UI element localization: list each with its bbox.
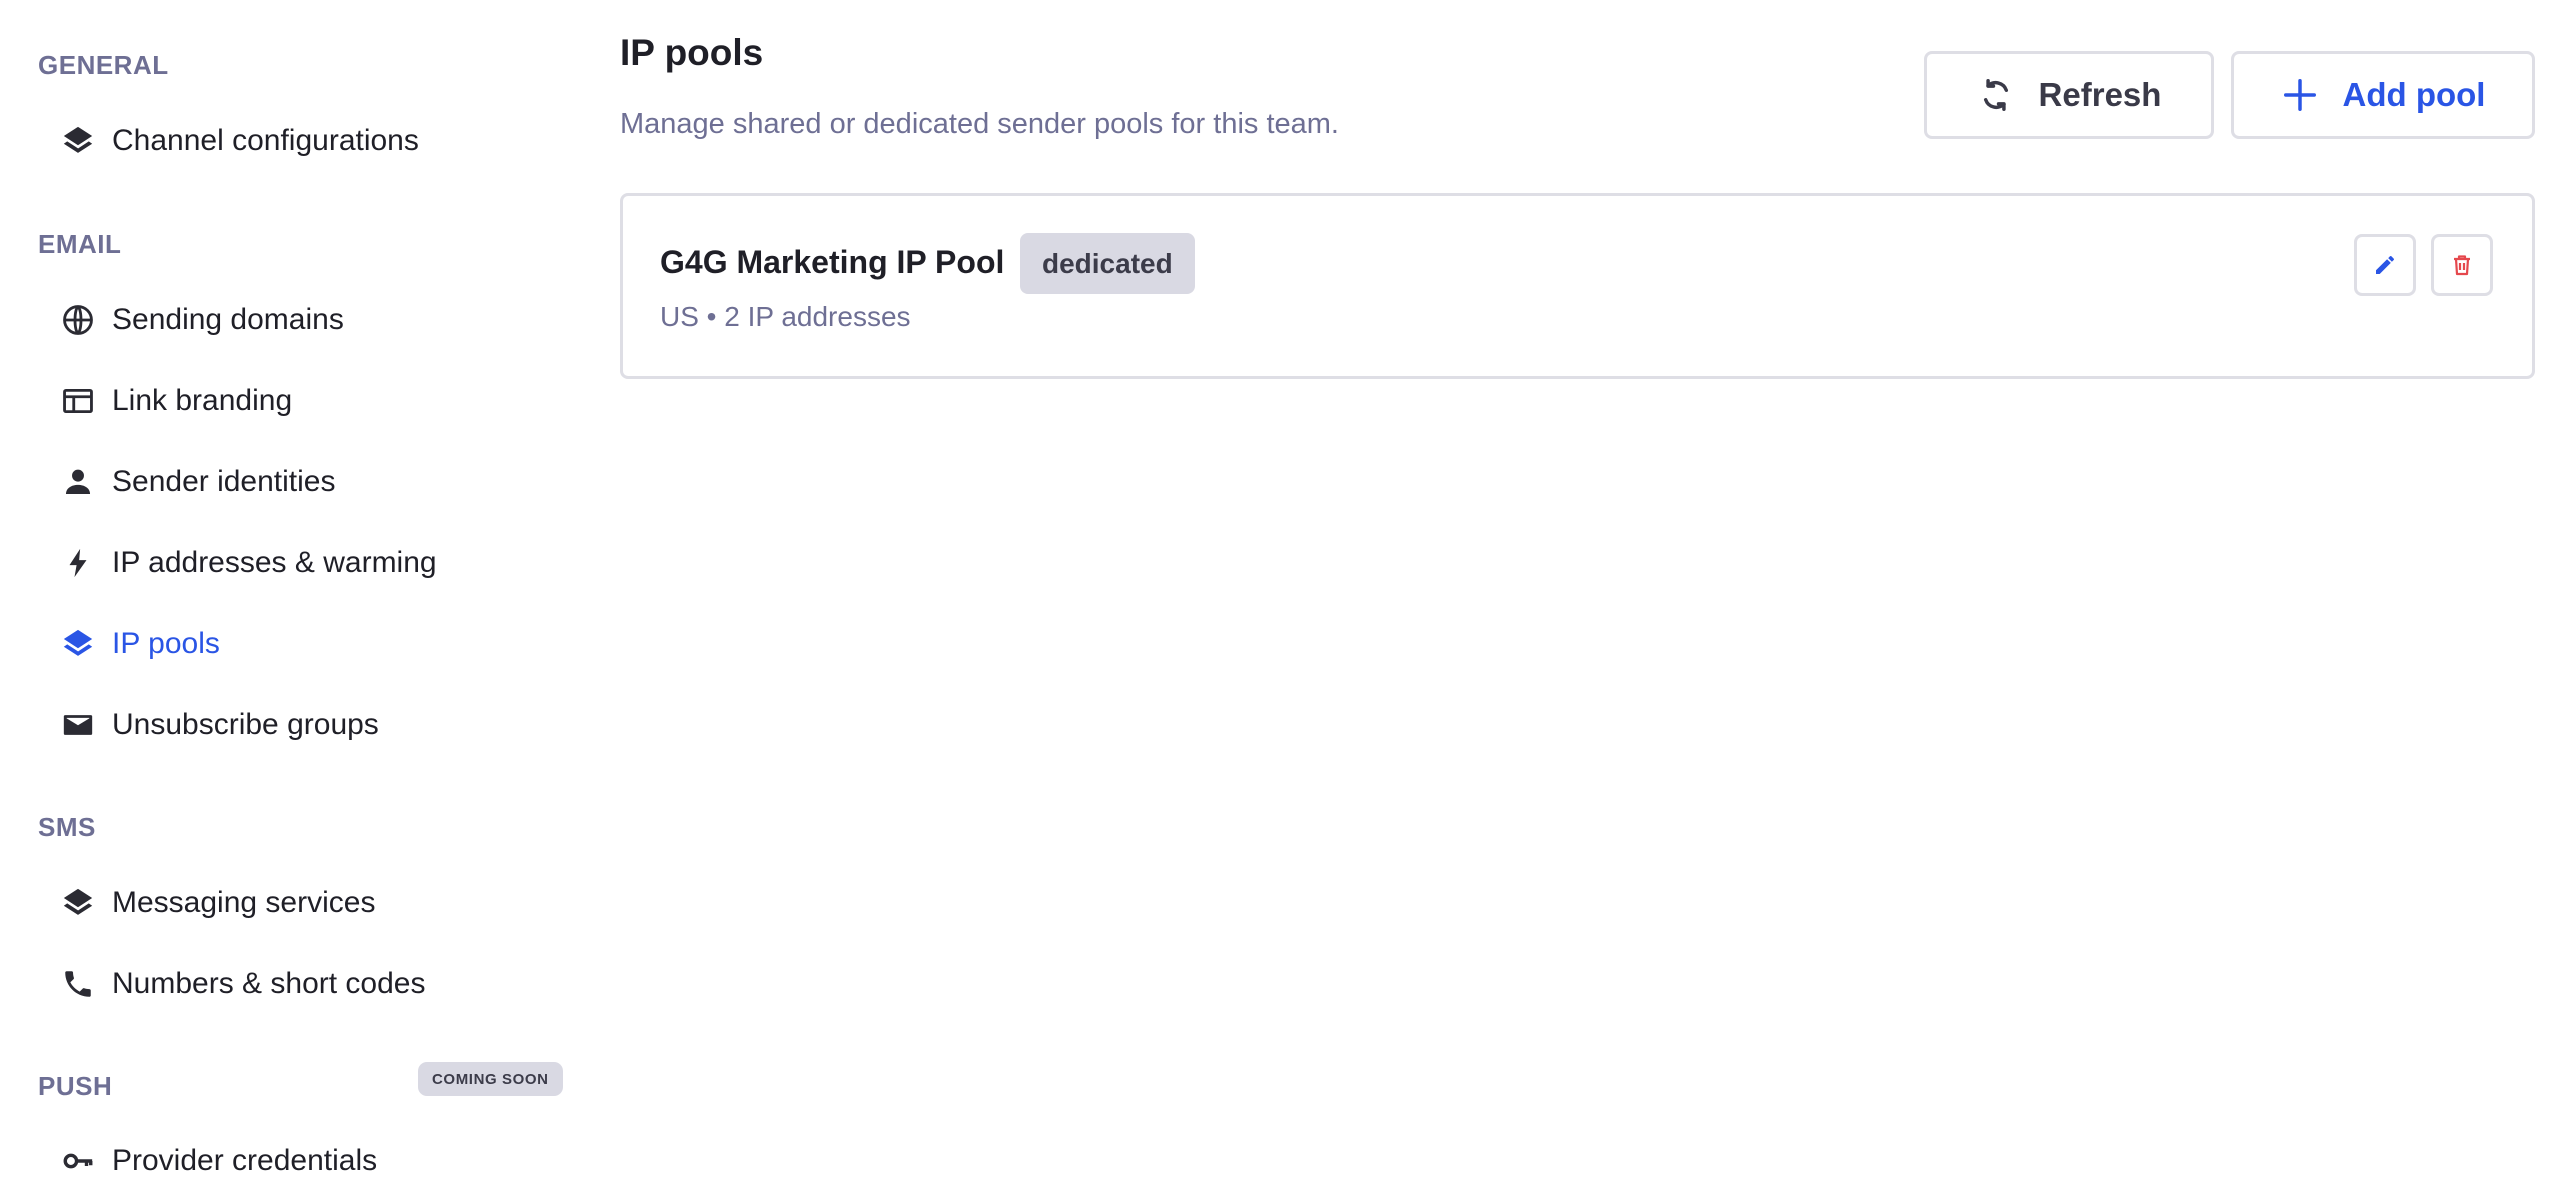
sidebar-item-channel-configurations[interactable]: Channel configurations — [56, 108, 576, 174]
pool-meta: US • 2 IP addresses — [660, 301, 911, 332]
section-title-push: PUSH — [38, 1071, 113, 1101]
sidebar-item-label: Provider credentials — [112, 1144, 378, 1177]
ip-pool-card: G4G Marketing IP Pool dedicated US • 2 I… — [620, 193, 2535, 379]
sidebar-item-provider-credentials[interactable]: Provider credentials — [56, 1128, 576, 1194]
page-title: IP pools — [620, 32, 764, 73]
sidebar-item-label: IP addresses & warming — [112, 546, 437, 579]
refresh-icon — [1977, 76, 2015, 114]
refresh-button-label: Refresh — [2038, 76, 2162, 113]
sidebar-item-label: Sender identities — [112, 465, 336, 498]
sidebar-item-link-branding[interactable]: Link branding — [56, 368, 576, 434]
sidebar-item-ip-pools[interactable]: IP pools — [56, 611, 576, 677]
sidebar-item-sender-identities[interactable]: Sender identities — [56, 449, 576, 515]
sidebar-item-unsubscribe-groups[interactable]: Unsubscribe groups — [56, 692, 576, 758]
plus-icon — [2281, 76, 2319, 114]
page-subtitle: Manage shared or dedicated sender pools … — [620, 108, 1339, 140]
add-pool-button[interactable]: Add pool — [2231, 51, 2535, 139]
settings-page: GENERAL Channel configurations EMAIL Sen… — [0, 0, 2572, 1194]
sidebar-item-label: Unsubscribe groups — [112, 708, 379, 741]
pencil-icon — [2373, 253, 2397, 277]
browser-window-icon — [56, 379, 100, 423]
sidebar-item-label: Sending domains — [112, 303, 344, 336]
settings-sidebar: GENERAL Channel configurations EMAIL Sen… — [0, 0, 590, 1194]
section-title-general: GENERAL — [38, 50, 169, 80]
phone-icon — [56, 962, 100, 1006]
sidebar-item-numbers-short-codes[interactable]: Numbers & short codes — [56, 951, 576, 1017]
trash-icon — [2450, 253, 2474, 277]
sidebar-item-label: Numbers & short codes — [112, 967, 426, 1000]
sidebar-item-label: Channel configurations — [112, 124, 419, 157]
sidebar-item-label: IP pools — [112, 627, 220, 660]
sidebar-item-label: Messaging services — [112, 886, 376, 919]
pool-name: G4G Marketing IP Pool — [660, 244, 1005, 280]
section-title-email: EMAIL — [38, 229, 122, 259]
sidebar-item-label: Link branding — [112, 384, 293, 417]
sidebar-item-sending-domains[interactable]: Sending domains — [56, 287, 576, 353]
sidebar-item-ip-addresses-warming[interactable]: IP addresses & warming — [56, 530, 576, 596]
person-icon — [56, 460, 100, 504]
bolt-icon — [56, 541, 100, 585]
layers-icon — [56, 881, 100, 925]
key-icon — [56, 1139, 100, 1183]
edit-pool-button[interactable] — [2354, 234, 2416, 296]
pool-type-badge: dedicated — [1020, 233, 1195, 294]
layers-icon — [56, 119, 100, 163]
section-title-sms: SMS — [38, 812, 96, 842]
delete-pool-button[interactable] — [2431, 234, 2493, 296]
add-pool-button-label: Add pool — [2342, 76, 2486, 113]
sidebar-item-messaging-services[interactable]: Messaging services — [56, 870, 576, 936]
coming-soon-badge: COMING SOON — [418, 1062, 563, 1096]
envelope-icon — [56, 703, 100, 747]
layers-icon — [56, 622, 100, 666]
globe-icon — [56, 298, 100, 342]
refresh-button[interactable]: Refresh — [1924, 51, 2214, 139]
